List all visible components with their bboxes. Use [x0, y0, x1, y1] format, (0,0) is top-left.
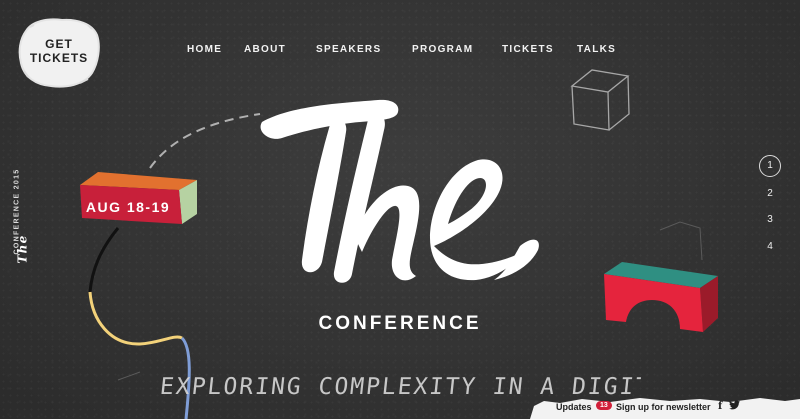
chalk-dashed-arc: [149, 113, 261, 169]
hero-subtitle: CONFERENCE: [318, 313, 482, 334]
facebook-icon[interactable]: f: [718, 401, 722, 412]
string-black: [88, 227, 120, 293]
hero-title-lettering: [260, 99, 539, 283]
updates-link[interactable]: Updates: [556, 402, 592, 412]
updates-count-badge: 13: [596, 401, 612, 410]
pager-item-4[interactable]: 4: [756, 241, 784, 252]
chalk-cube-icon: [570, 69, 630, 131]
newsletter-link[interactable]: Sign up for newsletter: [616, 402, 711, 412]
pager-item-2[interactable]: 2: [756, 188, 784, 199]
pager-item-3[interactable]: 3: [756, 214, 784, 225]
footer-bar: Updates 13 Sign up for newsletter f: [530, 396, 800, 419]
pager-item-1[interactable]: 1: [759, 155, 781, 177]
date-badge: AUG 18-19: [85, 199, 171, 215]
